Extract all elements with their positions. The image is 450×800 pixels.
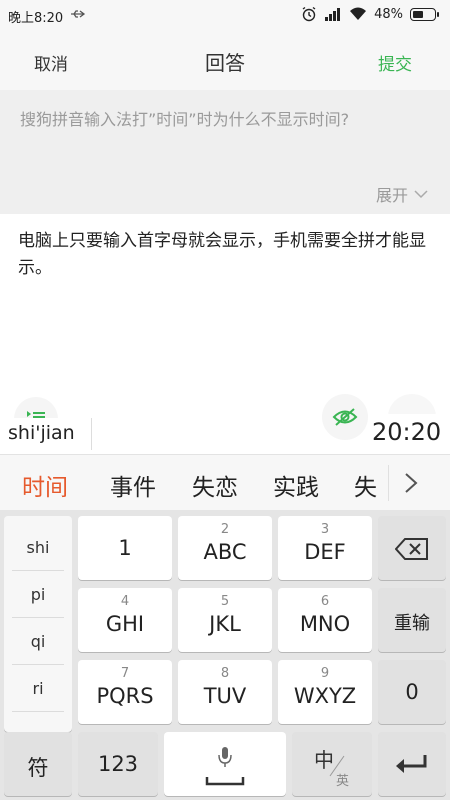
- question-text: 搜狗拼音输入法打”时间”时为什么不显示时间?: [20, 110, 350, 129]
- key-number: 5: [220, 594, 230, 609]
- t9-keyboard: shi pi qi ri 1 2 ABC 3 DEF 4 GHI 5 JKL 6…: [0, 510, 450, 800]
- candidate-clip: 失: [352, 455, 382, 511]
- chevron-right-icon[interactable]: [404, 472, 418, 494]
- alarm-icon: [302, 6, 316, 22]
- answer-editor[interactable]: 电脑上只要输入首字母就会显示，手机需要全拼才能显示。: [0, 214, 450, 394]
- key-label: DEF: [304, 540, 346, 564]
- language-toggle-key[interactable]: 中 英: [292, 732, 372, 796]
- key-8[interactable]: 8 TUV: [178, 660, 272, 724]
- key-label: ABC: [203, 540, 247, 564]
- key-3[interactable]: 3 DEF: [278, 516, 372, 580]
- status-icons: 48%: [301, 6, 439, 22]
- header: 取消 回答 提交: [0, 30, 450, 90]
- answer-text[interactable]: 电脑上只要输入首字母就会显示，手机需要全拼才能显示。: [18, 228, 438, 282]
- key-number: 8: [220, 666, 230, 681]
- side-list-item[interactable]: ri: [4, 665, 72, 711]
- key-label: 1: [118, 536, 132, 560]
- key-4[interactable]: 4 GHI: [78, 588, 172, 652]
- candidate-bar: 时间 事件 失恋 实践 失: [0, 454, 450, 510]
- composing-box: shi'jian: [0, 418, 92, 450]
- reinput-key[interactable]: 重输: [378, 588, 446, 652]
- candidate-divider: [388, 465, 389, 501]
- key-label: GHI: [105, 612, 145, 636]
- expand-label: 展开: [375, 186, 408, 205]
- candidate-item[interactable]: 失恋: [192, 468, 238, 502]
- editor-toolbar: shi'jian 20:20: [0, 394, 450, 454]
- battery-percent: 48%: [374, 6, 403, 22]
- backspace-icon: [395, 538, 428, 560]
- battery-icon: [410, 7, 439, 21]
- space-bar-icon: [205, 777, 245, 786]
- key-0[interactable]: 0: [378, 660, 446, 724]
- time-preview-text: 20:20: [372, 418, 442, 446]
- candidate-item[interactable]: 时间: [22, 468, 68, 502]
- key-number: 2: [220, 522, 230, 537]
- expand-button[interactable]: 展开: [376, 182, 428, 206]
- symbol-key[interactable]: 符: [4, 732, 72, 796]
- status-bar: 晚上8:20 48%: [0, 0, 450, 30]
- eye-off-icon: [332, 408, 358, 426]
- key-9[interactable]: 9 WXYZ: [278, 660, 372, 724]
- wifi-icon: [350, 7, 367, 20]
- key-1[interactable]: 1: [78, 516, 172, 580]
- time-preview: 20:20: [368, 414, 450, 450]
- key-2[interactable]: 2 ABC: [178, 516, 272, 580]
- key-label: MNO: [299, 612, 351, 636]
- usb-icon: [71, 10, 86, 18]
- key-label: TUV: [203, 684, 247, 708]
- pinyin-side-list: shi pi qi ri: [4, 516, 72, 732]
- side-list-item[interactable]: shi: [4, 524, 72, 570]
- key-label: JKL: [209, 612, 241, 636]
- key-number: 3: [320, 522, 330, 537]
- candidate-item[interactable]: 事件: [110, 468, 156, 502]
- key-label: WXYZ: [293, 684, 357, 708]
- key-label: PQRS: [96, 684, 154, 708]
- numeric-key[interactable]: 123: [78, 732, 158, 796]
- key-7[interactable]: 7 PQRS: [78, 660, 172, 724]
- key-5[interactable]: 5 JKL: [178, 588, 272, 652]
- space-key[interactable]: [164, 732, 286, 796]
- divider: [12, 711, 64, 712]
- composing-text: shi'jian: [8, 422, 75, 444]
- submit-button[interactable]: 提交: [378, 50, 412, 75]
- language-label-en: 英: [336, 774, 350, 789]
- microphone-icon: [218, 747, 232, 767]
- key-number: 6: [320, 594, 330, 609]
- candidate-item[interactable]: 实践: [273, 468, 319, 502]
- backspace-key[interactable]: [378, 516, 446, 580]
- enter-key[interactable]: [378, 732, 446, 796]
- key-number: 4: [120, 594, 130, 609]
- key-label: 符: [27, 756, 49, 780]
- side-list-label: qi: [30, 632, 46, 651]
- side-list-label: pi: [30, 585, 46, 604]
- key-6[interactable]: 6 MNO: [278, 588, 372, 652]
- side-list-label: ri: [32, 679, 44, 698]
- enter-icon: [396, 755, 427, 773]
- status-time: 晚上8:20: [8, 11, 64, 26]
- battery-fill: [413, 10, 423, 18]
- side-list-item[interactable]: qi: [4, 618, 72, 664]
- key-number: 9: [320, 666, 330, 681]
- candidate-item[interactable]: 失: [354, 468, 377, 502]
- question-panel: 搜狗拼音输入法打”时间”时为什么不显示时间? 展开: [0, 90, 450, 214]
- side-list-item[interactable]: pi: [4, 571, 72, 617]
- key-label: 0: [405, 680, 419, 704]
- side-list-label: shi: [26, 538, 50, 557]
- signal-icon: [325, 8, 341, 21]
- chevron-down-icon: [414, 190, 428, 199]
- key-label: 123: [97, 752, 139, 776]
- key-label: 重输: [394, 613, 430, 634]
- key-number: 7: [120, 666, 130, 681]
